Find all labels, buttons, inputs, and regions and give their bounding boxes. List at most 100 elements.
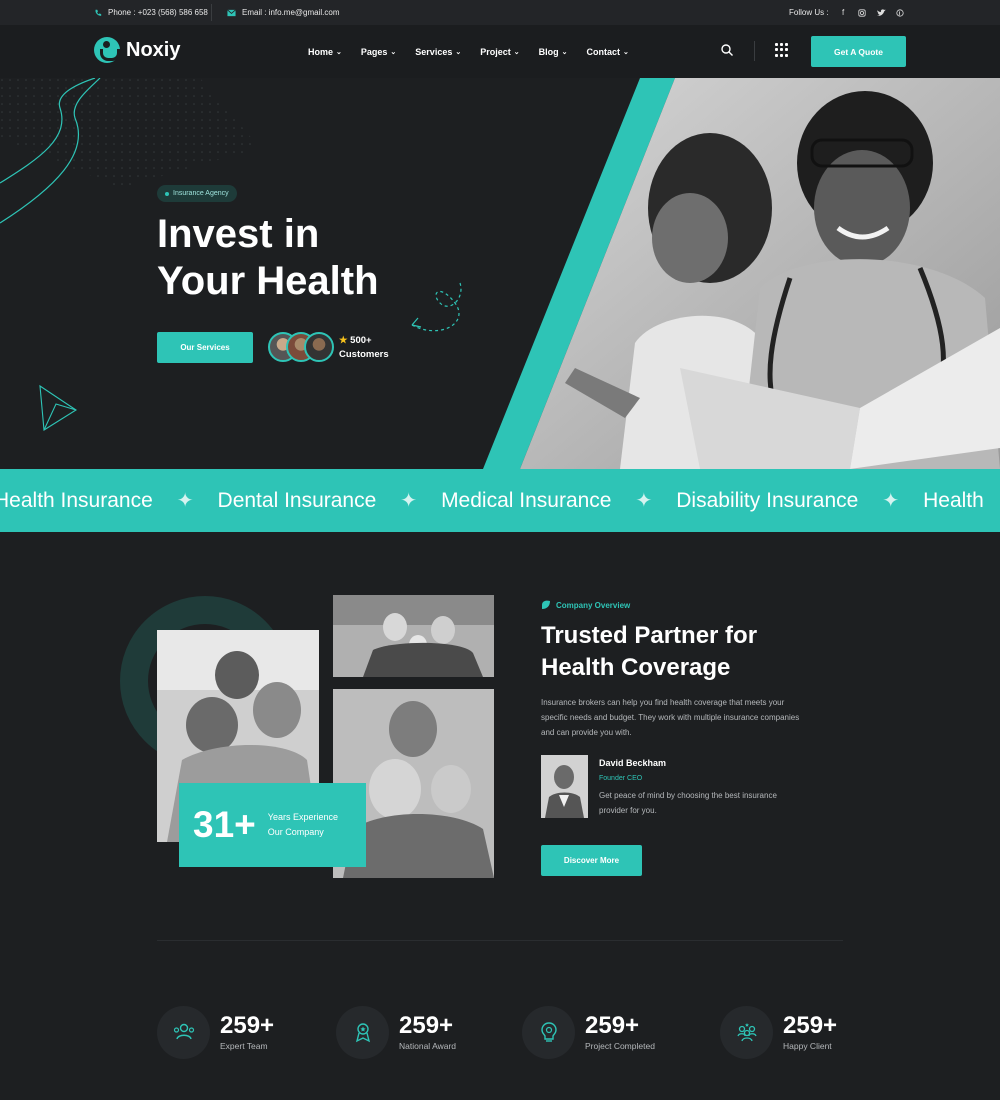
email-contact[interactable]: Email : info.me@gmail.com [227, 8, 339, 17]
nav-item-services[interactable]: Services ⌄ [415, 47, 461, 57]
section-title: Trusted Partner for Health Coverage [541, 620, 841, 684]
get-quote-button[interactable]: Get A Quote [811, 36, 906, 67]
brand-name: Noxiy [126, 38, 181, 61]
sparkle-icon: ✦ [400, 490, 418, 512]
experience-card: 31+ Years Experience Our Company [179, 783, 366, 867]
hero-illustration [0, 78, 1000, 469]
leaf-icon [542, 600, 550, 609]
sparkle-icon: ✦ [176, 490, 194, 512]
avatar [304, 332, 334, 362]
nav-item-pages[interactable]: Pages ⌄ [361, 47, 396, 57]
experience-number: 31+ [193, 804, 256, 845]
customer-count: ★ 500+ Customers [339, 334, 389, 362]
chevron-down-icon: ⌄ [561, 48, 568, 56]
nav-divider [754, 41, 755, 61]
nav-label: Blog [538, 46, 559, 57]
stat-label: Project Completed [585, 1041, 655, 1051]
stat-happy-client: 259+ Happy Client [720, 1005, 838, 1059]
marquee-item: Health [923, 488, 984, 512]
nav-item-contact[interactable]: Contact ⌄ [586, 47, 628, 57]
topbar-divider [211, 4, 212, 21]
experience-line1: Years Experience [267, 812, 338, 822]
logo-icon [94, 37, 120, 63]
stat-project-completed: 259+ Project Completed [522, 1005, 655, 1059]
chevron-down-icon: ⌄ [622, 48, 629, 56]
nav-label: Services [415, 46, 453, 57]
chevron-down-icon: ⌄ [513, 48, 520, 56]
nav-label: Project [480, 46, 511, 57]
stat-number: 259+ [399, 1012, 454, 1039]
chevron-down-icon: ⌄ [390, 48, 397, 56]
customer-avatars [268, 332, 334, 362]
client-icon [720, 1005, 773, 1059]
hero-title-line1: Invest in [157, 212, 320, 256]
hero-title: Invest in Your Health [157, 211, 437, 305]
top-bar: Phone : +023 (568) 586 658 Email : info.… [0, 0, 1000, 25]
star-icon: ★ [339, 335, 348, 346]
ceo-name: David Beckham [599, 758, 667, 768]
chevron-down-icon: ⌄ [336, 48, 342, 56]
experience-text: Years Experience Our Company [268, 810, 338, 840]
project-icon [522, 1005, 575, 1059]
section-tag: Company Overview [541, 600, 630, 610]
follow-label: Follow Us : [789, 8, 829, 17]
brand-logo[interactable]: Noxiy [94, 37, 180, 63]
stat-national-award: 259+ National Award [336, 1005, 457, 1059]
marquee-item: Health Insurance [0, 488, 153, 512]
services-marquee: Health Insurance ✦ Dental Insurance ✦ Me… [0, 469, 1000, 532]
marquee-item: Medical Insurance [441, 488, 612, 512]
nav-item-project[interactable]: Project ⌄ [480, 47, 519, 57]
about-section: 31+ Years Experience Our Company Company… [0, 532, 1000, 932]
award-icon [336, 1005, 389, 1059]
section-title-line2: Health Coverage [541, 654, 731, 681]
customer-number: 500+ [350, 335, 372, 346]
phone-text: Phone : +023 (568) 586 658 [108, 8, 208, 17]
section-title-line1: Trusted Partner for [541, 622, 758, 649]
twitter-icon[interactable] [876, 8, 886, 17]
section-description: Insurance brokers can help you find heal… [541, 698, 800, 737]
family-photo-top [333, 595, 494, 677]
our-services-button[interactable]: Our Services [157, 332, 253, 363]
email-text: Email : info.me@gmail.com [242, 8, 340, 17]
hero-section: Insurance Agency Invest in Your Health O… [0, 78, 1000, 469]
pinterest-icon[interactable] [896, 8, 905, 17]
stat-number: 259+ [585, 1012, 640, 1039]
ceo-quote: Get peace of mind by choosing the best i… [599, 791, 777, 815]
phone-contact[interactable]: Phone : +023 (568) 586 658 [94, 8, 208, 17]
stat-label: Happy Client [783, 1041, 832, 1051]
nav-label: Contact [586, 46, 620, 57]
grid-menu-icon[interactable] [775, 43, 789, 57]
nav-label: Pages [360, 46, 388, 57]
stat-label: National Award [399, 1041, 457, 1051]
chevron-down-icon: ⌄ [455, 48, 462, 56]
stat-label: Expert Team [220, 1041, 268, 1051]
sparkle-icon: ✦ [882, 490, 900, 512]
sparkle-icon: ✦ [635, 490, 653, 512]
nav-label: Home [308, 46, 334, 57]
ceo-photo [541, 755, 588, 818]
search-icon[interactable] [720, 43, 734, 57]
customer-label: Customers [339, 349, 389, 360]
phone-icon [95, 9, 102, 16]
section-tag-text: Company Overview [556, 600, 631, 610]
ceo-role: Founder CEO [599, 775, 643, 782]
marquee-track: Health Insurance ✦ Dental Insurance ✦ Me… [0, 469, 984, 532]
nav-item-home[interactable]: Home ⌄ [308, 47, 342, 57]
nav-item-blog[interactable]: Blog ⌄ [539, 47, 568, 57]
nav-menu: Home ⌄ Pages ⌄ Services ⌄ Project ⌄ Blog ⌄ Co… [308, 25, 629, 78]
hero-title-line2: Your Health [157, 259, 379, 303]
stat-expert-team: 259+ Expert Team [157, 1005, 275, 1059]
section-divider [157, 940, 843, 941]
experience-line2: Our Company [267, 827, 324, 837]
team-icon [157, 1005, 210, 1059]
marquee-item: Disability Insurance [676, 488, 859, 512]
stat-number: 259+ [220, 1012, 275, 1039]
facebook-icon[interactable]: f [839, 8, 848, 17]
stat-number: 259+ [783, 1012, 838, 1039]
main-navigation: Noxiy Home ⌄ Pages ⌄ Services ⌄ Project ⌄ Bl… [0, 25, 1000, 78]
category-badge: Insurance Agency [157, 185, 237, 202]
email-icon [227, 9, 236, 16]
marquee-item: Dental Insurance [217, 488, 377, 512]
instagram-icon[interactable] [858, 8, 867, 17]
discover-more-button[interactable]: Discover More [541, 845, 642, 876]
